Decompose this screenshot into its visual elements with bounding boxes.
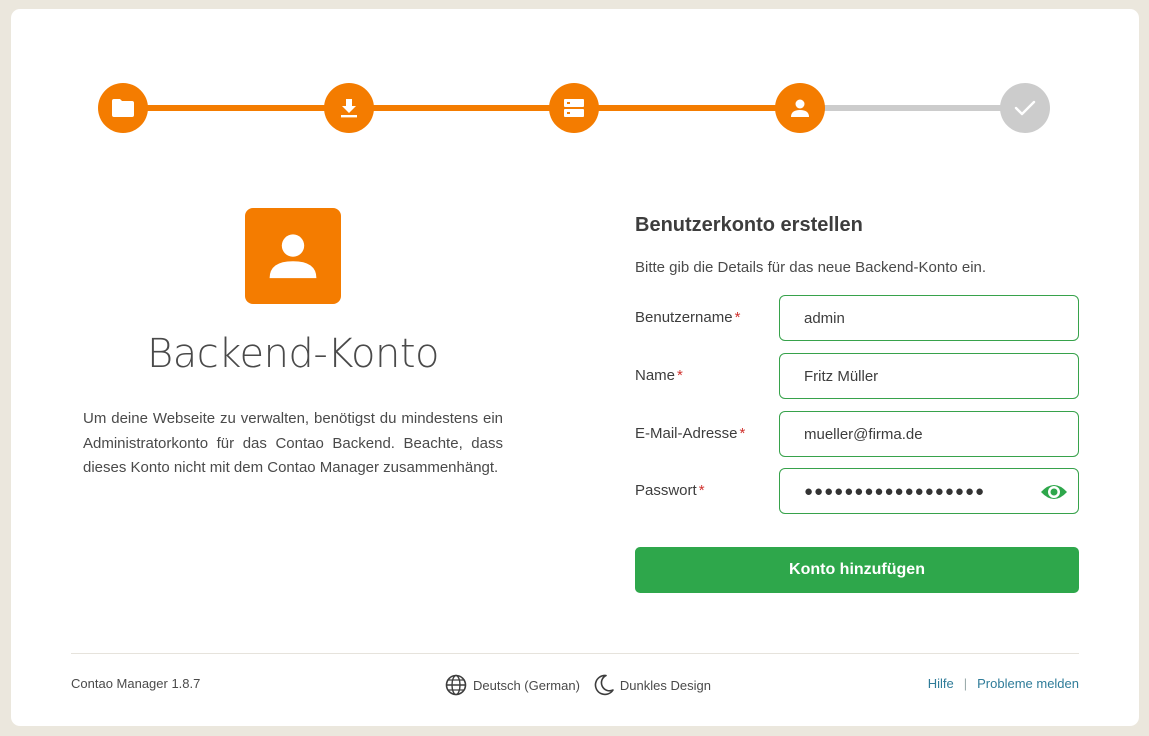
report-problems-link[interactable]: Probleme melden	[977, 676, 1079, 691]
footer-divider	[71, 653, 1079, 654]
language-switch[interactable]: Deutsch (German)	[445, 674, 580, 696]
help-link[interactable]: Hilfe	[928, 676, 954, 691]
account-badge	[245, 208, 341, 304]
email-row: E-Mail-Adresse * mueller@firma.de	[635, 411, 1079, 457]
section-description: Um deine Webseite zu verwalten, benötigs…	[83, 410, 503, 476]
globe-icon	[445, 674, 467, 696]
footer-links: Hilfe | Probleme melden	[928, 676, 1079, 691]
username-row: Benutzername * admin	[635, 295, 1079, 341]
form-title: Benutzerkonto erstellen	[635, 214, 863, 236]
form-description: Bitte gib die Details für das neue Backe…	[635, 259, 987, 276]
username-field[interactable]: admin	[779, 295, 1079, 341]
user-icon	[791, 99, 809, 117]
eye-icon[interactable]	[1040, 481, 1068, 503]
footer-separator: |	[963, 676, 968, 691]
app-version: Contao Manager 1.8.7	[71, 676, 201, 691]
footer-settings: Deutsch (German) Dunkles Design	[445, 673, 725, 697]
add-account-button[interactable]: Konto hinzufügen	[635, 547, 1079, 593]
step-folder	[98, 83, 148, 133]
name-row: Name * Fritz Müller	[635, 353, 1079, 399]
step-download	[324, 83, 374, 133]
email-field[interactable]: mueller@firma.de	[779, 411, 1079, 457]
email-label: E-Mail-Adresse *	[635, 425, 746, 442]
stepper-line-pending	[799, 105, 1025, 111]
server-icon	[564, 99, 584, 117]
step-server	[549, 83, 599, 133]
progress-stepper	[11, 9, 1139, 139]
password-label: Passwort *	[635, 482, 705, 499]
step-user	[775, 83, 825, 133]
folder-icon	[112, 99, 134, 117]
password-row: Passwort * ●●●●●●●●●●●●●●●●●●	[635, 468, 1079, 514]
check-icon	[1014, 100, 1036, 116]
name-field[interactable]: Fritz Müller	[779, 353, 1079, 399]
section-title: Backend-Konto	[147, 331, 439, 377]
stepper-line-complete	[123, 105, 799, 111]
username-label: Benutzername *	[635, 309, 741, 326]
setup-card: Backend-Konto Um deine Webseite zu verwa…	[11, 9, 1139, 726]
name-label: Name *	[635, 367, 683, 384]
download-icon	[341, 99, 357, 118]
password-field[interactable]: ●●●●●●●●●●●●●●●●●●	[779, 468, 1079, 514]
theme-label: Dunkles Design	[619, 677, 711, 693]
language-label: Deutsch (German)	[473, 677, 580, 693]
step-complete	[1000, 83, 1050, 133]
moon-icon	[594, 674, 614, 696]
user-icon	[269, 234, 317, 279]
theme-toggle[interactable]: Dunkles Design	[594, 674, 711, 696]
